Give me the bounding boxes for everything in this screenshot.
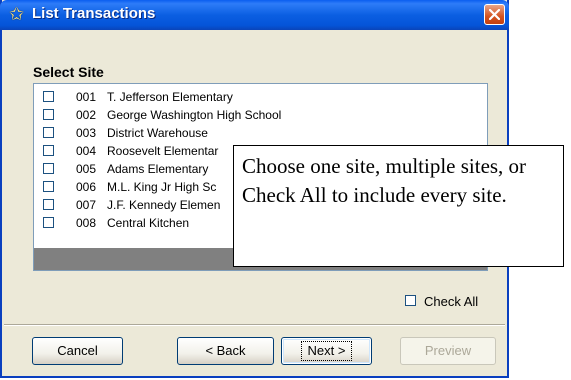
site-checkbox[interactable] <box>43 199 54 210</box>
site-name: M.L. King Jr High Sc <box>107 180 217 194</box>
site-name: George Washington High School <box>107 108 282 122</box>
check-all-option[interactable]: Check All <box>405 293 495 311</box>
site-code: 005 <box>76 162 97 176</box>
site-name: Adams Elementary <box>107 162 209 176</box>
site-checkbox[interactable] <box>43 145 54 156</box>
site-name: Roosevelt Elementar <box>107 144 219 158</box>
site-name: J.F. Kennedy Elemen <box>107 198 221 212</box>
check-all-label: Check All <box>424 294 479 309</box>
window-title: List Transactions <box>32 5 156 22</box>
site-checkbox[interactable] <box>43 127 54 138</box>
site-checkbox[interactable] <box>43 91 54 102</box>
site-list-item[interactable]: 002 George Washington High School <box>34 106 487 124</box>
site-checkbox[interactable] <box>43 163 54 174</box>
site-name: District Warehouse <box>107 126 208 140</box>
site-code: 002 <box>76 108 97 122</box>
close-button[interactable] <box>484 4 505 25</box>
back-button-label: < Back <box>205 343 246 358</box>
check-all-checkbox[interactable] <box>405 295 416 306</box>
select-site-label: Select Site <box>33 64 104 80</box>
next-button[interactable]: Next > <box>281 337 372 365</box>
cancel-button[interactable]: Cancel <box>32 337 123 365</box>
back-button[interactable]: < Back <box>177 337 274 365</box>
close-icon <box>489 9 500 20</box>
site-code: 003 <box>76 126 97 140</box>
site-code: 008 <box>76 216 97 230</box>
cancel-button-label: Cancel <box>57 343 98 358</box>
title-bar[interactable]: ✩ List Transactions <box>0 0 509 30</box>
site-checkbox[interactable] <box>43 217 54 228</box>
site-name: Central Kitchen <box>107 216 190 230</box>
instruction-callout: Choose one site, multiple sites, or Chec… <box>233 145 564 267</box>
button-separator <box>4 324 505 326</box>
site-name: T. Jefferson Elementary <box>107 90 233 104</box>
site-code: 001 <box>76 90 97 104</box>
site-code: 006 <box>76 180 97 194</box>
site-code: 007 <box>76 198 97 212</box>
site-list-item[interactable]: 001 T. Jefferson Elementary <box>34 88 487 106</box>
site-checkbox[interactable] <box>43 181 54 192</box>
preview-button-label: Preview <box>424 343 472 358</box>
site-checkbox[interactable] <box>43 109 54 120</box>
site-list-item[interactable]: 003 District Warehouse <box>34 124 487 142</box>
next-button-label: Next > <box>300 341 353 361</box>
site-code: 004 <box>76 144 97 158</box>
preview-button: Preview <box>400 337 496 365</box>
star-icon: ✩ <box>9 4 25 24</box>
